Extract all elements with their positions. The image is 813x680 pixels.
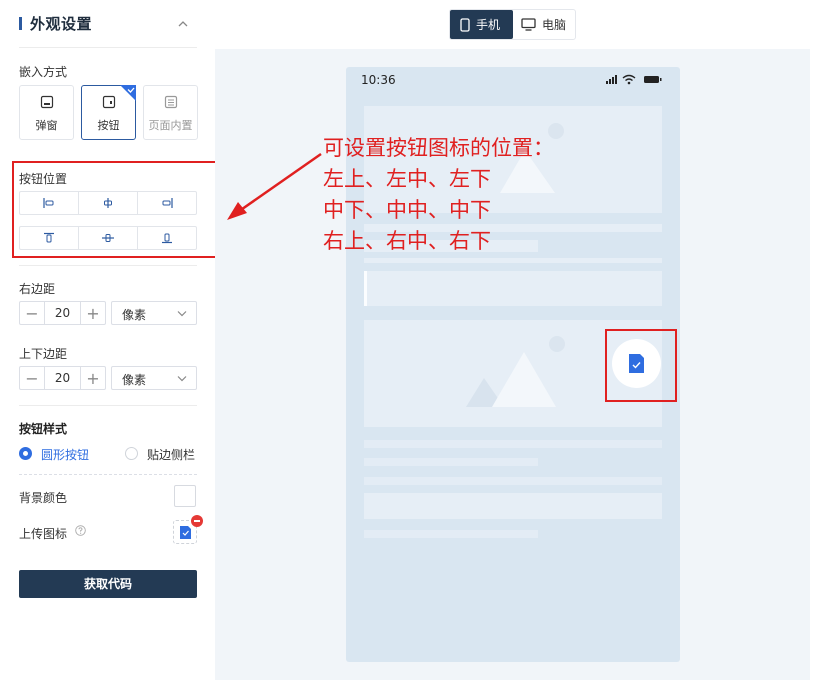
file-check-icon	[180, 526, 191, 539]
status-time: 10:36	[361, 73, 396, 87]
background-color-label: 背景颜色	[19, 491, 68, 505]
vertical-margin-label: 上下边距	[19, 347, 68, 361]
vertical-margin-unit: 像素	[122, 373, 147, 387]
device-pc-label: 电脑	[542, 18, 567, 32]
embed-mode-inline[interactable]: 页面内置	[143, 85, 198, 140]
placeholder-line	[364, 440, 662, 448]
embed-mode-inline-label: 页面内置	[148, 119, 193, 132]
vertical-margin-unit-select[interactable]: 像素	[111, 366, 197, 390]
position-row-horizontal	[19, 191, 197, 215]
annotation-line: 中下、中中、中下	[323, 198, 491, 222]
increment-button[interactable]: +	[81, 302, 105, 324]
monitor-icon	[521, 18, 536, 31]
position-right[interactable]	[138, 192, 196, 214]
button-position-label: 按钮位置	[19, 172, 68, 186]
device-phone-label: 手机	[476, 18, 501, 32]
vertical-margin-value[interactable]: 20	[44, 367, 81, 389]
decrement-button[interactable]: −	[20, 367, 44, 389]
image-placeholder-icon	[466, 336, 565, 407]
divider	[19, 265, 197, 266]
panel-title: 外观设置	[30, 15, 93, 33]
placeholder-line	[364, 258, 662, 263]
embed-mode-popup-label: 弹窗	[35, 119, 58, 132]
embed-mode-popup[interactable]: 弹窗	[19, 85, 74, 140]
remove-icon[interactable]	[191, 515, 203, 527]
vertical-margin-stepper: − 20 +	[19, 366, 106, 390]
right-margin-label: 右边距	[19, 282, 56, 296]
inline-page-icon	[164, 95, 177, 109]
title-accent-bar	[19, 17, 22, 30]
position-center[interactable]	[79, 192, 138, 214]
annotation-text: 可设置按钮图标的位置： 左上、左中、左下 中下、中中、中下 右上、右中、右下	[323, 133, 554, 257]
radio-round-button-label: 圆形按钮	[41, 448, 90, 462]
radio-dot	[125, 447, 138, 460]
selected-check-icon	[120, 85, 136, 101]
device-pc-button[interactable]: 电脑	[513, 10, 575, 39]
status-bar-icons	[606, 74, 662, 85]
popup-icon	[40, 95, 53, 109]
phone-icon	[460, 17, 470, 32]
position-bottom[interactable]	[138, 227, 196, 249]
right-margin-unit: 像素	[122, 308, 147, 322]
align-right-icon	[162, 198, 173, 208]
embed-mode-button[interactable]: 按钮	[81, 85, 136, 140]
position-row-vertical	[19, 226, 197, 250]
chevron-up-icon[interactable]	[175, 16, 191, 32]
placeholder-line	[364, 530, 538, 538]
radio-side-bar-label: 贴边侧栏	[147, 448, 196, 462]
help-icon[interactable]	[75, 525, 86, 536]
settings-panel: 外观设置 嵌入方式 弹窗 按钮 页面内置 按钮位置 右边距 − 20 + 像素 …	[0, 0, 221, 680]
embed-mode-button-label: 按钮	[97, 119, 120, 132]
placeholder-card-edge	[364, 271, 367, 306]
placeholder-card	[364, 493, 662, 519]
right-margin-unit-select[interactable]: 像素	[111, 301, 197, 325]
background-color-picker[interactable]	[174, 485, 196, 507]
position-left[interactable]	[20, 192, 79, 214]
button-style-label: 按钮样式	[19, 422, 68, 436]
file-check-icon	[629, 354, 644, 373]
device-phone-button[interactable]: 手机	[450, 10, 513, 39]
chevron-down-icon	[177, 311, 187, 317]
annotation-line: 左上、左中、左下	[323, 167, 491, 191]
panel-header: 外观设置	[19, 12, 197, 36]
divider	[19, 405, 197, 406]
annotation-arrow	[227, 152, 322, 220]
chevron-down-icon	[177, 376, 187, 382]
device-toggle: 手机 电脑	[449, 9, 576, 40]
decrement-button[interactable]: −	[20, 302, 44, 324]
embed-mode-label: 嵌入方式	[19, 65, 68, 79]
placeholder-card	[364, 271, 662, 306]
placeholder-line	[364, 458, 538, 466]
align-center-icon	[104, 198, 112, 208]
button-mode-icon	[102, 95, 115, 109]
upload-icon-label: 上传图标	[19, 527, 68, 541]
position-top[interactable]	[20, 227, 79, 249]
right-margin-value[interactable]: 20	[44, 302, 81, 324]
right-margin-stepper: − 20 +	[19, 301, 106, 325]
position-middle[interactable]	[79, 227, 138, 249]
increment-button[interactable]: +	[81, 367, 105, 389]
radio-dot	[19, 447, 32, 460]
dashed-divider	[19, 474, 197, 475]
annotation-line: 可设置按钮图标的位置：	[323, 136, 554, 160]
floating-button-preview[interactable]	[612, 339, 661, 388]
align-middle-icon	[102, 234, 114, 242]
get-code-button[interactable]: 获取代码	[19, 570, 197, 598]
align-left-icon	[43, 198, 54, 208]
divider	[19, 47, 197, 48]
annotation-line: 右上、右中、右下	[323, 229, 491, 253]
align-top-icon	[44, 232, 54, 243]
align-bottom-icon	[162, 233, 172, 244]
placeholder-line	[364, 477, 662, 485]
